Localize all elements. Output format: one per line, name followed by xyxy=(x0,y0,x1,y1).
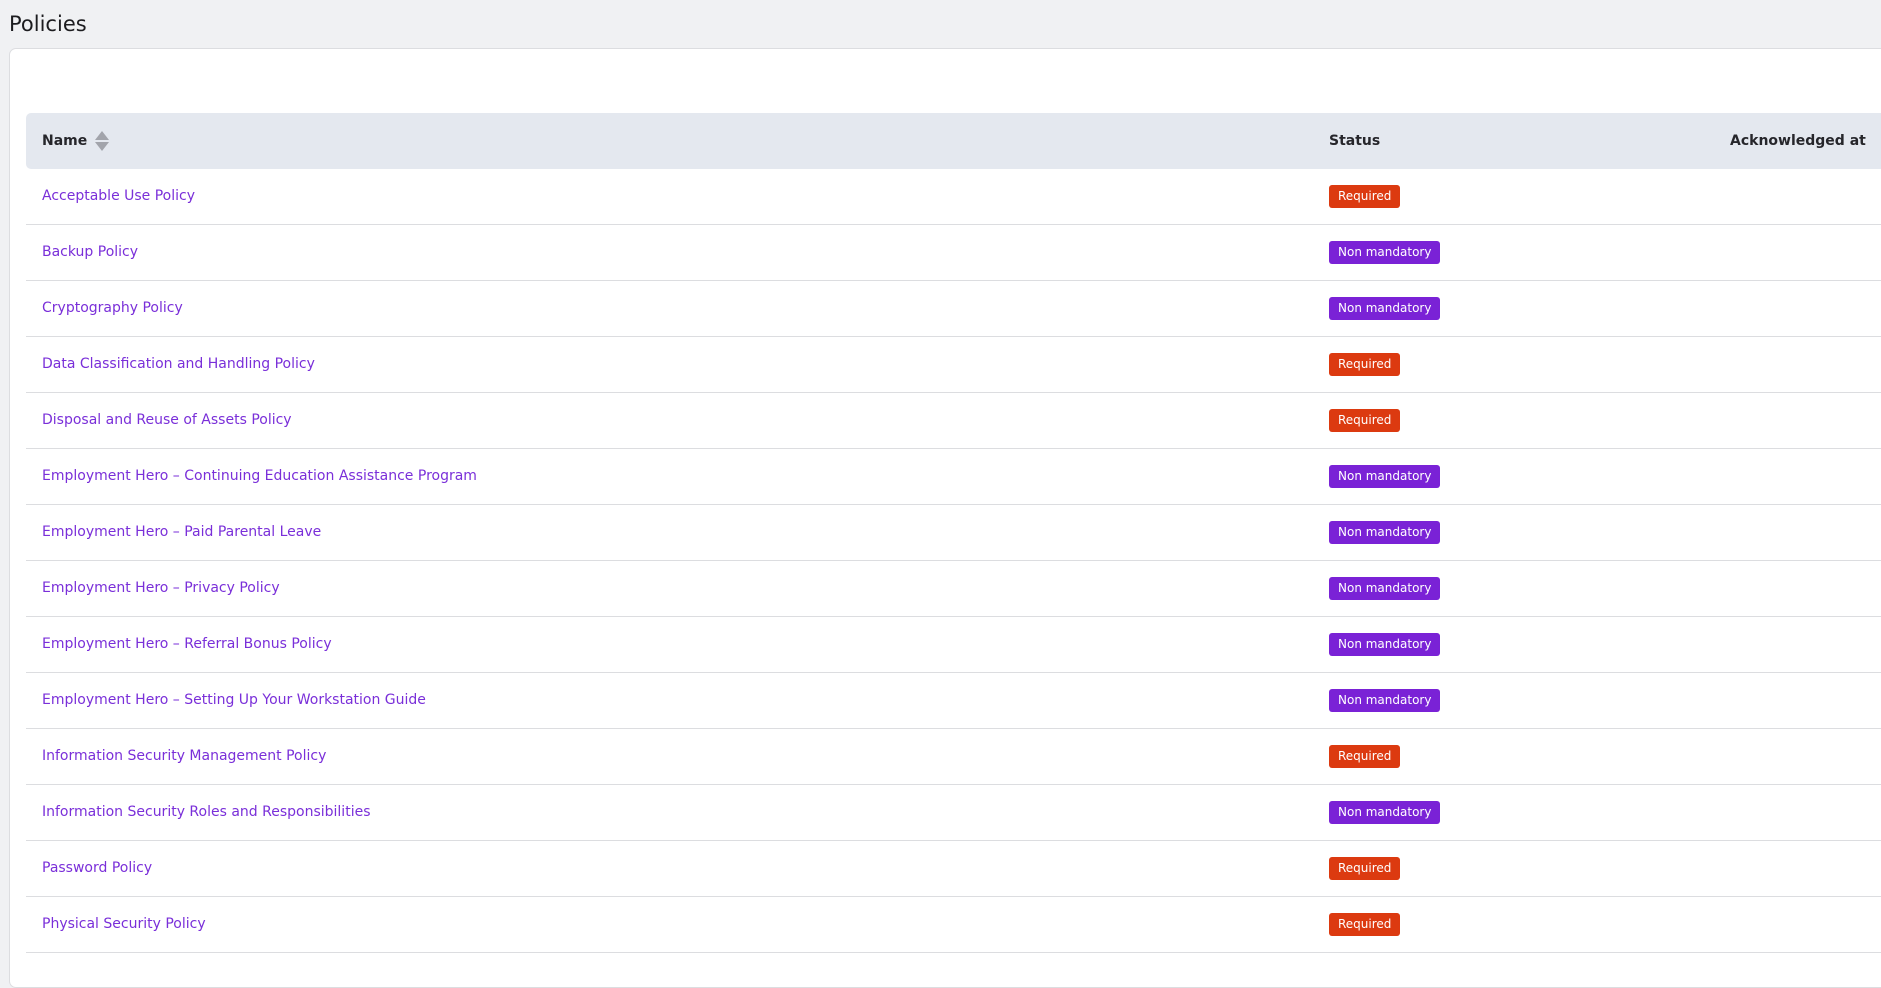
policy-name-link[interactable]: Disposal and Reuse of Assets Policy xyxy=(42,393,292,448)
status-cell: Required xyxy=(1329,353,1401,376)
status-badge: Required xyxy=(1329,745,1401,768)
table-row: Data Classification and Handling Policy R… xyxy=(26,337,1881,393)
table-row: Cryptography Policy Non mandatory xyxy=(26,281,1881,337)
table-row: Employment Hero – Continuing Education A… xyxy=(26,449,1881,505)
status-cell: Non mandatory xyxy=(1329,465,1441,488)
status-badge: Non mandatory xyxy=(1329,689,1441,712)
policy-name-link[interactable]: Employment Hero – Privacy Policy xyxy=(42,561,280,616)
policy-name-link[interactable]: Cryptography Policy xyxy=(42,281,183,336)
policies-table: Name Status Acknowledged at Acceptable U… xyxy=(26,113,1881,953)
status-cell: Non mandatory xyxy=(1329,297,1441,320)
policy-name-link[interactable]: Employment Hero – Continuing Education A… xyxy=(42,449,477,504)
status-cell: Non mandatory xyxy=(1329,521,1441,544)
status-badge: Non mandatory xyxy=(1329,297,1441,320)
table-row: Backup Policy Non mandatory xyxy=(26,225,1881,281)
policies-card: Name Status Acknowledged at Acceptable U… xyxy=(9,48,1881,988)
status-badge: Non mandatory xyxy=(1329,465,1441,488)
status-cell: Non mandatory xyxy=(1329,689,1441,712)
table-row: Information Security Management Policy Re… xyxy=(26,729,1881,785)
sort-ascending-icon xyxy=(95,131,110,140)
status-cell: Required xyxy=(1329,409,1401,432)
status-badge: Required xyxy=(1329,913,1401,936)
status-badge: Non mandatory xyxy=(1329,577,1441,600)
status-badge: Non mandatory xyxy=(1329,241,1441,264)
policy-name-link[interactable]: Data Classification and Handling Policy xyxy=(42,337,315,392)
column-header-status: Status xyxy=(1329,133,1381,149)
table-header: Name Status Acknowledged at xyxy=(26,113,1881,169)
policy-name-link[interactable]: Physical Security Policy xyxy=(42,897,206,952)
policy-name-link[interactable]: Employment Hero – Paid Parental Leave xyxy=(42,505,321,560)
column-header-name[interactable]: Name xyxy=(42,113,110,169)
status-cell: Required xyxy=(1329,857,1401,880)
policy-name-link[interactable]: Password Policy xyxy=(42,841,152,896)
table-row: Employment Hero – Paid Parental Leave Non… xyxy=(26,505,1881,561)
page-title: Policies xyxy=(9,12,87,36)
table-row: Disposal and Reuse of Assets Policy Requi… xyxy=(26,393,1881,449)
column-header-acknowledged-at: Acknowledged at xyxy=(1730,133,1866,149)
status-cell: Required xyxy=(1329,185,1401,208)
table-row: Employment Hero – Privacy Policy Non mand… xyxy=(26,561,1881,617)
status-badge: Non mandatory xyxy=(1329,801,1441,824)
table-row: Physical Security Policy Required xyxy=(26,897,1881,953)
column-header-name-label: Name xyxy=(42,133,88,149)
table-row: Information Security Roles and Responsib… xyxy=(26,785,1881,841)
policy-name-link[interactable]: Employment Hero – Setting Up Your Workst… xyxy=(42,673,426,728)
status-badge: Non mandatory xyxy=(1329,633,1441,656)
sort-descending-icon xyxy=(95,142,110,151)
policy-name-link[interactable]: Backup Policy xyxy=(42,225,138,280)
status-cell: Required xyxy=(1329,913,1401,936)
status-badge: Required xyxy=(1329,185,1401,208)
policy-name-link[interactable]: Employment Hero – Referral Bonus Policy xyxy=(42,617,332,672)
status-cell: Required xyxy=(1329,745,1401,768)
table-row: Employment Hero – Referral Bonus Policy N… xyxy=(26,617,1881,673)
table-body: Acceptable Use Policy Required Backup Poli… xyxy=(26,169,1881,953)
policy-name-link[interactable]: Information Security Management Policy xyxy=(42,729,326,784)
table-row: Employment Hero – Setting Up Your Workst… xyxy=(26,673,1881,729)
sort-icon[interactable] xyxy=(95,131,110,151)
status-cell: Non mandatory xyxy=(1329,633,1441,656)
status-cell: Non mandatory xyxy=(1329,241,1441,264)
table-row: Password Policy Required xyxy=(26,841,1881,897)
policy-name-link[interactable]: Acceptable Use Policy xyxy=(42,169,195,224)
status-cell: Non mandatory xyxy=(1329,577,1441,600)
status-badge: Required xyxy=(1329,409,1401,432)
status-badge: Non mandatory xyxy=(1329,521,1441,544)
status-badge: Required xyxy=(1329,353,1401,376)
table-row: Acceptable Use Policy Required xyxy=(26,169,1881,225)
status-badge: Required xyxy=(1329,857,1401,880)
policy-name-link[interactable]: Information Security Roles and Responsib… xyxy=(42,785,371,840)
status-cell: Non mandatory xyxy=(1329,801,1441,824)
